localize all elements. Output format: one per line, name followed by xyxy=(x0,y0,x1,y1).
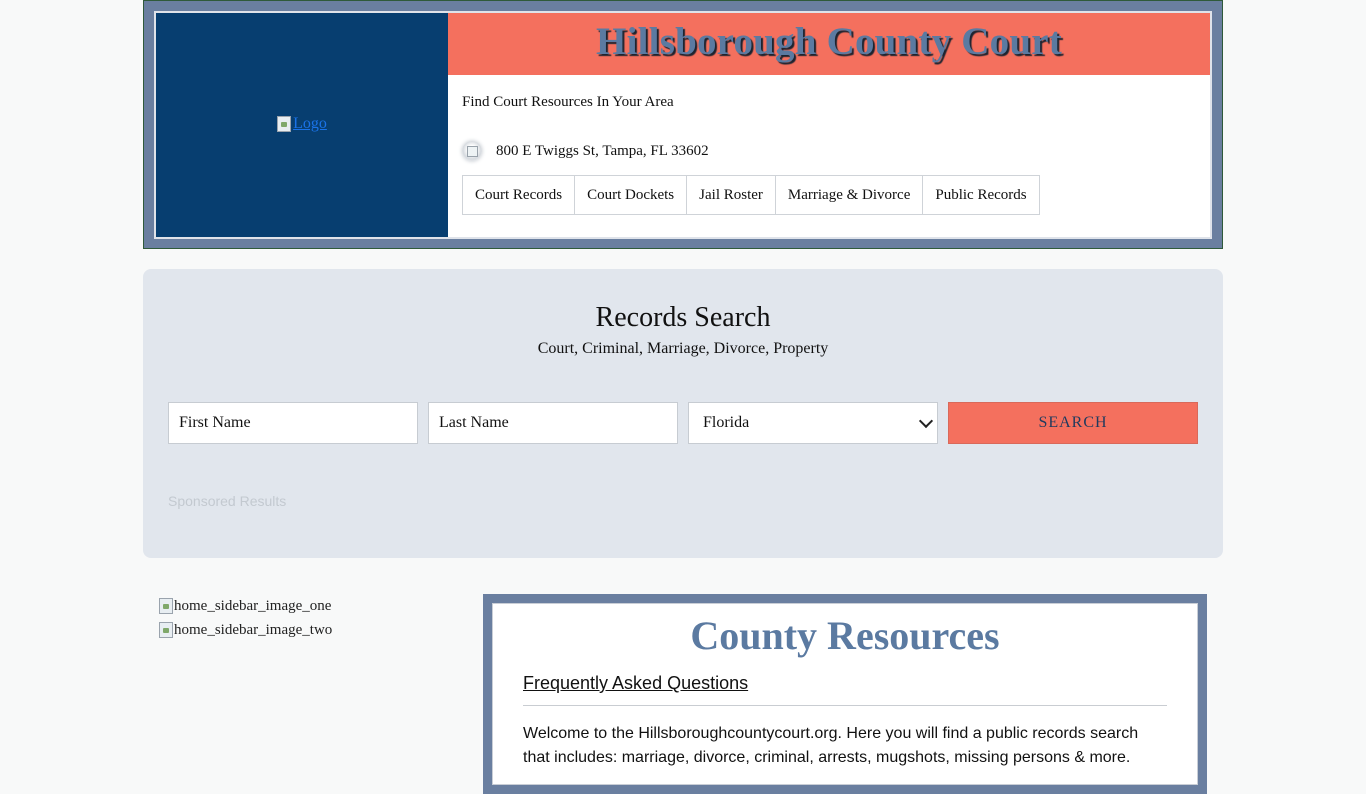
broken-image-icon xyxy=(277,116,292,132)
address-row: 800 E Twiggs St, Tampa, FL 33602 xyxy=(462,141,709,161)
search-subtitle: Court, Criminal, Marriage, Divorce, Prop… xyxy=(537,340,829,357)
county-resources-title: County Resources xyxy=(690,613,1000,658)
county-resources-frame: County Resources Frequently Asked Questi… xyxy=(483,594,1207,794)
logo-link[interactable]: Logo xyxy=(277,115,327,133)
broken-image-icon xyxy=(159,622,173,638)
faq-link[interactable]: Frequently Asked Questions xyxy=(523,673,748,694)
header: Logo Hillsborough County Court Find Cour… xyxy=(143,0,1223,249)
nav-court-dockets[interactable]: Court Dockets xyxy=(575,176,688,214)
broken-image-icon xyxy=(159,598,173,614)
nav-public-records[interactable]: Public Records xyxy=(923,176,1039,214)
address-text: 800 E Twiggs St, Tampa, FL 33602 xyxy=(496,142,709,159)
tagline: Find Court Resources In Your Area xyxy=(462,94,674,110)
sidebar: home_sidebar_image_one home_sidebar_imag… xyxy=(159,596,332,644)
sidebar-image-one-alt: home_sidebar_image_one xyxy=(174,597,332,614)
records-search-panel: Records Search Court, Criminal, Marriage… xyxy=(143,269,1223,558)
site-title: Hillsborough County Court xyxy=(596,19,1062,63)
main-nav: Court Records Court Dockets Jail Roster … xyxy=(462,175,1040,215)
nav-jail-roster[interactable]: Jail Roster xyxy=(687,176,776,214)
state-select-value: Florida xyxy=(703,414,750,431)
last-name-input[interactable] xyxy=(428,402,678,444)
sidebar-image-two: home_sidebar_image_two xyxy=(159,620,332,640)
nav-court-records[interactable]: Court Records xyxy=(463,176,576,214)
location-pin-icon xyxy=(462,141,482,161)
search-button[interactable]: SEARCH xyxy=(948,402,1198,444)
logo-panel: Logo xyxy=(156,13,448,237)
divider xyxy=(523,705,1167,706)
welcome-text: Welcome to the Hillsboroughcountycourt.o… xyxy=(523,725,1139,766)
nav-marriage-divorce[interactable]: Marriage & Divorce xyxy=(775,176,924,214)
sidebar-image-two-alt: home_sidebar_image_two xyxy=(174,621,333,638)
state-select[interactable]: Florida xyxy=(688,402,938,444)
sidebar-image-one: home_sidebar_image_one xyxy=(159,596,332,616)
chevron-down-icon xyxy=(918,413,934,429)
logo-alt-text: Logo xyxy=(293,115,327,132)
first-name-input[interactable] xyxy=(168,402,418,444)
county-resources-panel: County Resources Frequently Asked Questi… xyxy=(492,603,1198,785)
header-inner: Logo Hillsborough County Court Find Cour… xyxy=(154,11,1212,239)
sponsored-results-label: Sponsored Results xyxy=(168,493,287,509)
title-bar: Hillsborough County Court xyxy=(448,13,1210,75)
search-title: Records Search xyxy=(595,302,771,333)
